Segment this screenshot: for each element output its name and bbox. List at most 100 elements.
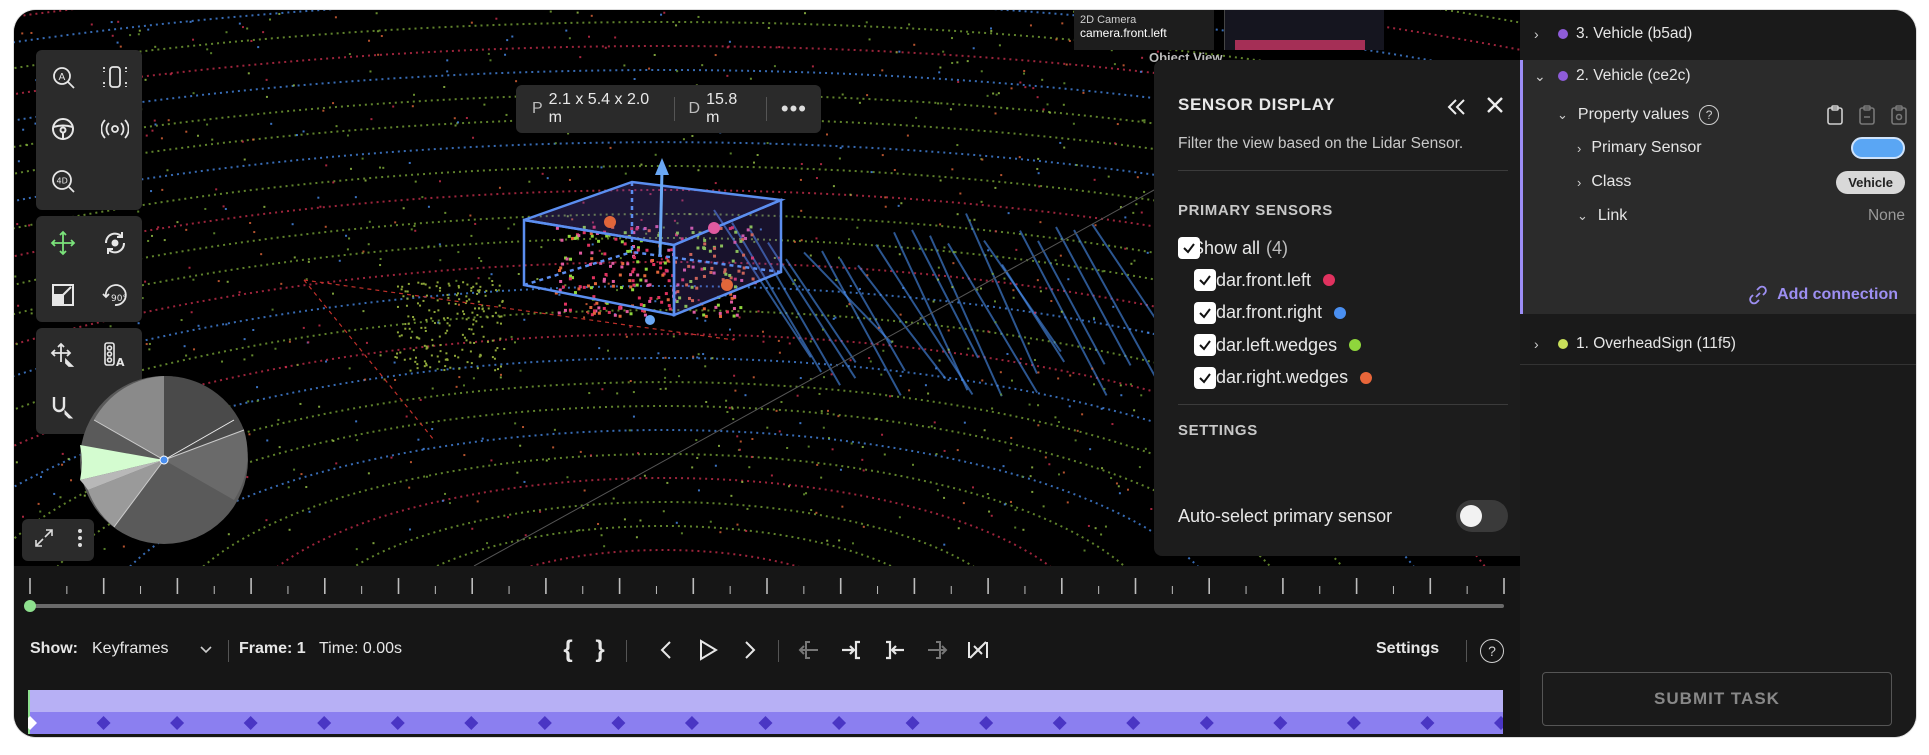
show-select[interactable]: Keyframes <box>92 640 168 658</box>
kebab-menu-icon[interactable] <box>77 528 83 553</box>
lidar-point <box>494 349 497 352</box>
lidar-point <box>1072 122 1075 125</box>
expand-icon[interactable] <box>33 527 55 554</box>
settings-button[interactable]: Settings <box>1376 640 1439 658</box>
submit-task-button[interactable]: SUBMIT TASK <box>1542 672 1892 726</box>
chevron-down-icon[interactable] <box>190 634 222 666</box>
chevron-right-icon[interactable]: › <box>1577 141 1581 156</box>
lidar-point <box>601 388 604 391</box>
lidar-point <box>640 163 643 166</box>
lidar-point <box>591 243 594 246</box>
more-options-button[interactable]: ••• <box>781 96 807 122</box>
lidar-point <box>793 240 796 243</box>
sensor-row[interactable]: lidar.front.right <box>1194 300 1347 326</box>
lidar-point <box>193 348 196 351</box>
jump-to-start-icon[interactable] <box>794 634 826 666</box>
close-icon[interactable] <box>1484 94 1506 121</box>
lidar-point <box>364 179 367 182</box>
lidar-point <box>478 289 481 292</box>
rotate-icon[interactable] <box>94 222 136 264</box>
rotate-90-icon[interactable]: 90° <box>94 274 136 316</box>
lidar-point <box>479 285 482 288</box>
property-values-row[interactable]: ⌄ Property values ? <box>1523 100 1916 130</box>
lidar-point <box>997 92 1000 95</box>
lidar-point <box>659 261 663 265</box>
lidar-point <box>425 294 428 297</box>
lidar-point <box>680 532 683 535</box>
lidar-point <box>1143 190 1146 193</box>
set-start-icon[interactable] <box>836 634 868 666</box>
checkbox[interactable] <box>1194 301 1216 324</box>
lidar-point <box>603 545 606 548</box>
4d-icon[interactable]: 4D <box>42 160 84 202</box>
sensor-coverage-map[interactable] <box>74 370 254 550</box>
checkbox[interactable] <box>1194 269 1216 291</box>
sensor-fusion-icon[interactable] <box>94 108 136 150</box>
class-badge[interactable]: Vehicle <box>1836 170 1905 194</box>
add-connection-button[interactable]: Add connection <box>1747 284 1898 306</box>
lidar-point <box>611 284 615 288</box>
sensor-row[interactable]: lidar.right.wedges <box>1194 365 1373 391</box>
chevron-right-icon[interactable]: › <box>1577 175 1581 190</box>
clipboard-paste-icon[interactable] <box>1857 104 1877 126</box>
lidar-point <box>414 360 417 363</box>
sensor-row[interactable]: lidar.front.left <box>1194 267 1336 293</box>
timeline-ruler[interactable] <box>14 566 1520 622</box>
object-row-selected[interactable]: ⌄ 2. Vehicle (ce2c) <box>1520 56 1916 96</box>
keyframe-track[interactable] <box>28 690 1503 734</box>
lidar-point <box>800 162 803 165</box>
lidar-point <box>837 256 840 259</box>
chevron-down-icon[interactable]: ⌄ <box>1557 107 1568 123</box>
prev-keyframe-brace-icon[interactable]: { <box>552 634 584 666</box>
checkbox[interactable] <box>1194 334 1216 356</box>
lidar-viewport[interactable]: 2D Camera camera.front.left Object View … <box>14 10 1520 566</box>
lidar-point <box>523 318 526 321</box>
steering-wheel-icon[interactable] <box>42 108 84 150</box>
auto-select-toggle[interactable] <box>1456 500 1508 532</box>
camera-preview[interactable] <box>1224 10 1384 50</box>
lidar-point <box>902 287 905 290</box>
lidar-point <box>147 239 150 242</box>
chevron-right-icon[interactable]: › <box>1534 26 1548 42</box>
lidar-point <box>145 343 148 346</box>
property-actions <box>1825 104 1909 126</box>
lidar-point <box>568 37 571 40</box>
property-label: Primary Sensor <box>1591 139 1702 156</box>
help-icon[interactable]: ? <box>1480 639 1504 663</box>
checkbox[interactable] <box>1194 366 1216 389</box>
chevron-down-icon[interactable]: ⌄ <box>1534 68 1548 85</box>
play-icon[interactable] <box>692 634 724 666</box>
clipboard-icon[interactable] <box>1825 104 1845 126</box>
scale-icon[interactable] <box>42 274 84 316</box>
jump-to-end-icon[interactable] <box>920 634 952 666</box>
lidar-point <box>506 39 509 42</box>
clipboard-settings-icon[interactable] <box>1889 104 1909 126</box>
sensor-row[interactable]: lidar.left.wedges <box>1194 332 1362 358</box>
position-label: P <box>532 100 543 117</box>
show-all-checkbox[interactable]: Show all (4) <box>1178 235 1288 261</box>
next-frame-icon[interactable] <box>734 634 766 666</box>
prev-frame-icon[interactable] <box>650 634 682 666</box>
auto-label-icon[interactable]: A <box>42 56 84 98</box>
checkbox[interactable] <box>1178 237 1200 259</box>
lidar-point <box>16 223 19 226</box>
set-end-icon[interactable] <box>878 634 910 666</box>
chevron-down-icon[interactable]: ⌄ <box>1577 208 1588 224</box>
primary-sensor-swatch[interactable] <box>1851 137 1905 159</box>
move-icon[interactable] <box>42 222 84 264</box>
property-row[interactable]: › Primary Sensor <box>1523 133 1916 163</box>
lidar-point <box>241 140 244 143</box>
next-keyframe-brace-icon[interactable]: } <box>584 634 616 666</box>
lidar-point <box>947 329 950 332</box>
object-row[interactable]: › 1. OverheadSign (11f5) <box>1520 324 1916 364</box>
property-row[interactable]: › Class Vehicle <box>1523 167 1916 197</box>
hide-range-icon[interactable] <box>962 634 994 666</box>
property-row[interactable]: ⌄ Link None <box>1523 201 1916 231</box>
lidar-point <box>468 328 471 331</box>
vehicle-top-icon[interactable] <box>94 56 136 98</box>
object-row[interactable]: › 3. Vehicle (b5ad) <box>1520 14 1916 54</box>
help-icon[interactable]: ? <box>1699 105 1720 125</box>
chevron-right-icon[interactable]: › <box>1534 336 1548 352</box>
collapse-icon[interactable] <box>1446 96 1468 122</box>
lidar-point <box>604 272 608 276</box>
